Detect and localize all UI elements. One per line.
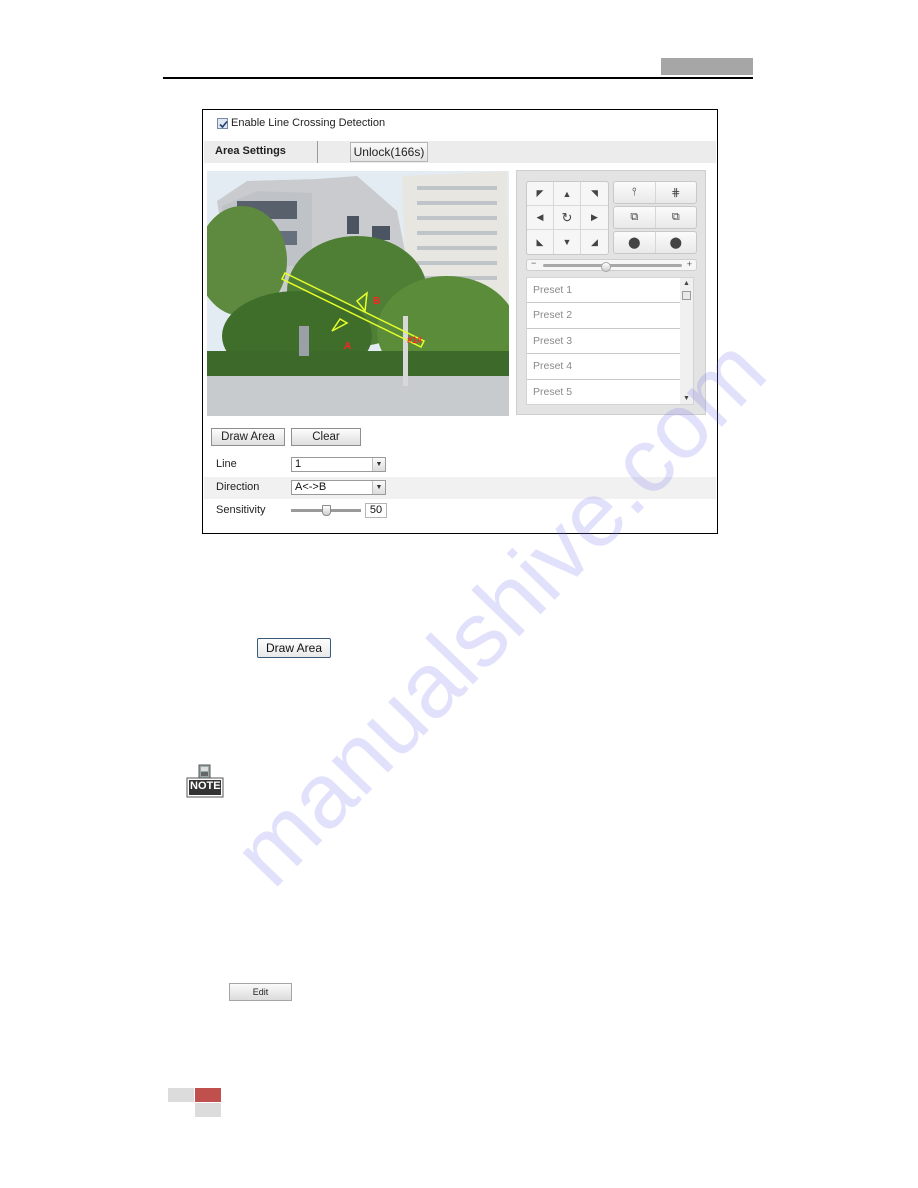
up-arrow-icon[interactable]: ▲ xyxy=(554,182,581,206)
lens-buttons: ⫯ ⋕ ⧉ ⧉ ⬤ ⬤ xyxy=(613,181,697,256)
preset-item[interactable]: Preset 3 xyxy=(527,329,680,355)
up-left-arrow-icon[interactable]: ◤ xyxy=(527,182,554,206)
direction-row: Direction A<->B ▼ xyxy=(204,477,716,499)
sensitivity-row: Sensitivity 50 xyxy=(204,500,716,522)
overlay-label-b: B xyxy=(373,296,381,307)
page-header-tab xyxy=(661,58,753,75)
overlay-line-id: #1# xyxy=(407,335,423,345)
up-right-arrow-icon[interactable]: ◥ xyxy=(581,182,608,206)
tab-area-settings[interactable]: Area Settings xyxy=(215,145,286,157)
video-scene xyxy=(207,171,509,416)
sensitivity-value[interactable]: 50 xyxy=(365,503,387,518)
minus-icon: − xyxy=(531,258,537,268)
unlock-button[interactable]: Unlock(166s) xyxy=(350,142,428,162)
direction-select[interactable]: A<->B ▼ xyxy=(291,480,386,495)
preset-item[interactable]: Preset 5 xyxy=(527,380,680,404)
preset-list: Preset 1 Preset 2 Preset 3 Preset 4 Pres… xyxy=(526,277,694,405)
footer-page-accent xyxy=(195,1088,221,1102)
enable-label: Enable Line Crossing Detection xyxy=(231,117,386,129)
doc-draw-area-button[interactable]: Draw Area xyxy=(257,638,331,658)
left-arrow-icon[interactable]: ◀ xyxy=(527,206,554,230)
chevron-down-icon[interactable]: ▼ xyxy=(372,458,385,471)
sensitivity-slider[interactable] xyxy=(291,505,361,516)
line-select-value: 1 xyxy=(295,458,302,470)
page-header-rule xyxy=(163,77,753,79)
sensitivity-label: Sensitivity xyxy=(216,504,266,516)
line-crossing-settings-screenshot: Enable Line Crossing Detection Area Sett… xyxy=(202,109,718,534)
focus-near-icon[interactable]: ⧉ xyxy=(614,207,655,228)
focus-far-icon[interactable]: ⧉ xyxy=(654,207,697,228)
iris-open-icon[interactable]: ⬤ xyxy=(614,232,655,253)
direction-label: Direction xyxy=(216,481,260,493)
live-video-view[interactable]: B A #1# xyxy=(207,171,509,416)
line-select[interactable]: 1 ▼ xyxy=(291,457,386,472)
speed-slider-thumb[interactable] xyxy=(600,262,611,272)
ptz-speed-slider[interactable]: − + xyxy=(526,258,697,272)
zoom-in-icon[interactable]: ⫯ xyxy=(614,182,655,203)
direction-select-value: A<->B xyxy=(295,481,327,493)
scroll-down-icon[interactable]: ▼ xyxy=(683,395,690,402)
preset-scrollbar[interactable]: ▲ ▼ xyxy=(680,278,693,404)
down-left-arrow-icon[interactable]: ◣ xyxy=(527,230,554,254)
ptz-control-panel: ◤ ▲ ◥ ◀ ↻ ▶ ◣ ▼ ◢ ⫯ ⋕ ⧉ ⧉ ⬤ ⬤ − + Preset… xyxy=(516,170,706,415)
preset-item[interactable]: Preset 4 xyxy=(527,354,680,380)
scroll-up-icon[interactable]: ▲ xyxy=(683,280,690,287)
right-arrow-icon[interactable]: ▶ xyxy=(581,206,608,230)
plus-icon: + xyxy=(686,259,692,269)
line-row: Line 1 ▼ xyxy=(204,454,716,476)
edit-button[interactable]: Edit xyxy=(229,983,292,1001)
direction-pad: ◤ ▲ ◥ ◀ ↻ ▶ ◣ ▼ ◢ xyxy=(526,181,609,255)
down-right-arrow-icon[interactable]: ◢ xyxy=(581,230,608,254)
auto-pan-icon[interactable]: ↻ xyxy=(554,206,581,230)
chevron-down-icon[interactable]: ▼ xyxy=(372,481,385,494)
scroll-thumb[interactable] xyxy=(682,291,691,300)
line-label: Line xyxy=(216,458,237,470)
note-icon: NOTE xyxy=(186,764,224,798)
sensitivity-thumb[interactable] xyxy=(322,505,331,516)
settings-tabbar: Area Settings Unlock(166s) xyxy=(204,141,716,163)
tab-divider xyxy=(317,141,318,163)
enable-checkbox[interactable] xyxy=(217,117,228,129)
footer-block xyxy=(168,1088,194,1102)
preset-item[interactable]: Preset 2 xyxy=(527,303,680,329)
footer-block xyxy=(195,1103,221,1117)
overlay-label-a: A xyxy=(344,341,352,352)
iris-close-icon[interactable]: ⬤ xyxy=(654,232,697,253)
speed-slider-track[interactable] xyxy=(543,262,682,272)
zoom-out-icon[interactable]: ⋕ xyxy=(654,182,697,203)
enable-line-crossing-row[interactable]: Enable Line Crossing Detection xyxy=(217,115,385,131)
down-arrow-icon[interactable]: ▼ xyxy=(554,230,581,254)
note-icon-label: NOTE xyxy=(190,780,221,792)
checkmark-icon xyxy=(219,120,228,128)
draw-area-button[interactable]: Draw Area xyxy=(211,428,285,446)
preset-item[interactable]: Preset 1 xyxy=(527,278,680,304)
clear-button[interactable]: Clear xyxy=(291,428,361,446)
